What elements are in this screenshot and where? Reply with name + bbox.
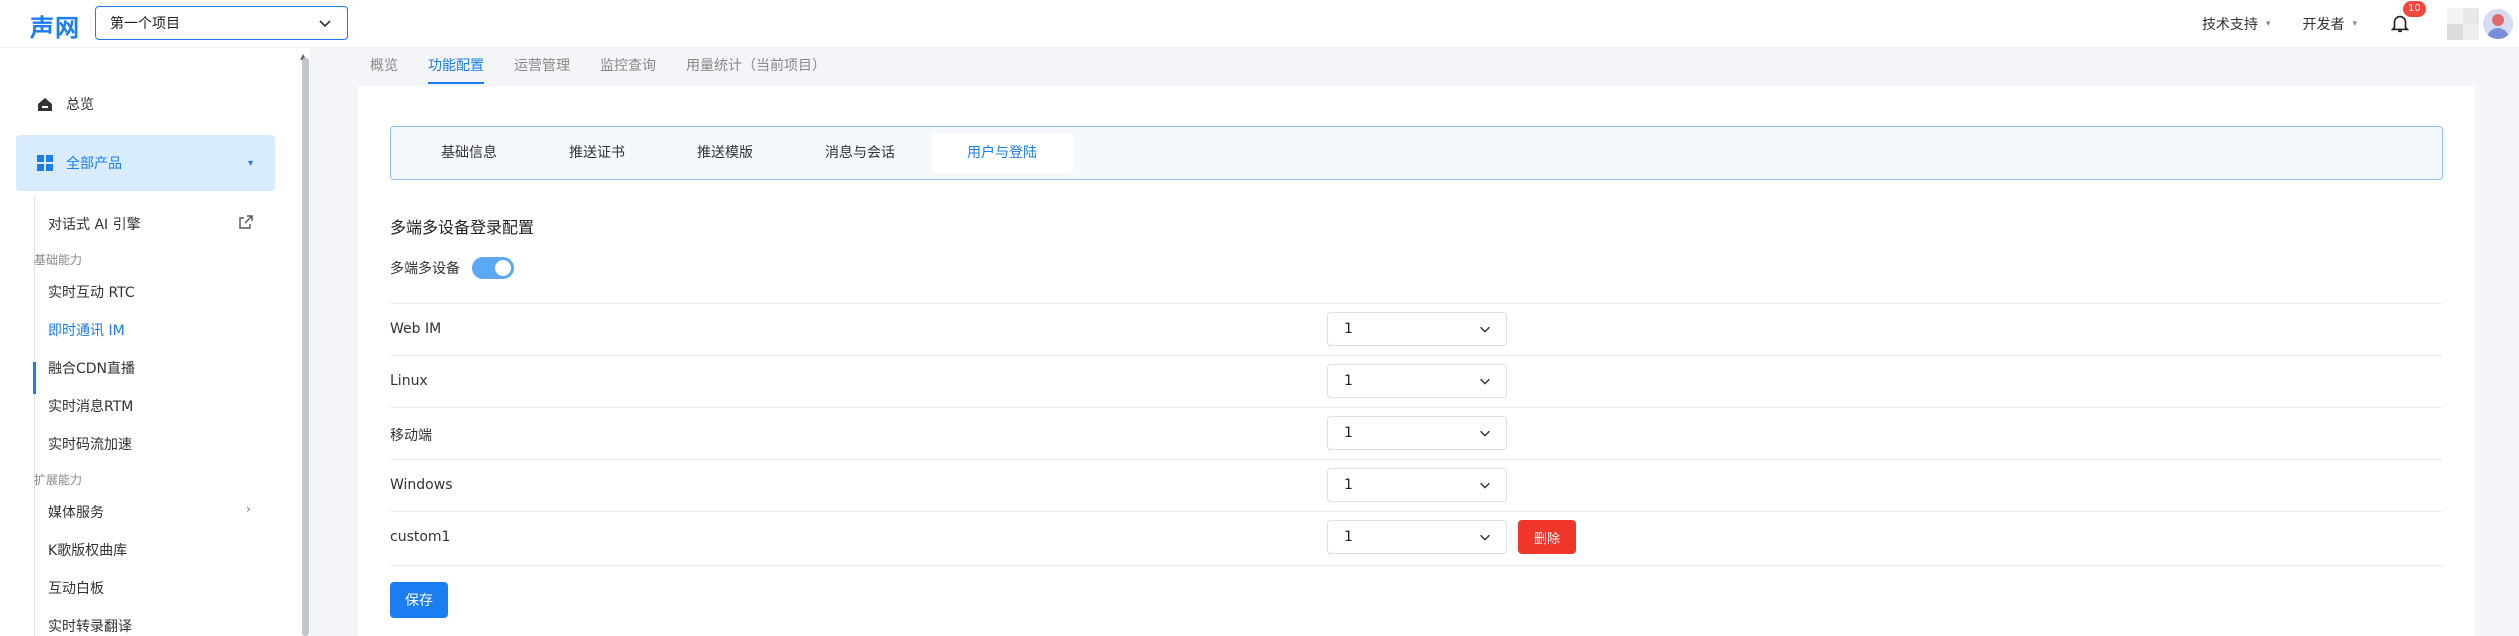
- device-limit-select[interactable]: 1: [1327, 468, 1507, 502]
- device-row-windows: Windows 1: [390, 459, 2443, 511]
- content-card: 基础信息 推送证书 推送模版 消息与会话 用户与登陆 多端多设备登录配置 多端多…: [358, 86, 2475, 636]
- device-row-mobile: 移动端 1: [390, 407, 2443, 459]
- chevron-down-icon: [1480, 326, 1490, 333]
- chevron-down-icon: ▾: [247, 157, 253, 169]
- multi-device-label: 多端多设备: [390, 261, 460, 277]
- developer-label: 开发者: [2302, 17, 2345, 33]
- sidebar-item-label: 互动白板: [48, 581, 104, 597]
- select-value: 1: [1344, 425, 1353, 441]
- chevron-down-icon: ▾: [2352, 19, 2357, 29]
- sidebar-item-transcription[interactable]: 实时转录翻译: [48, 616, 132, 636]
- section-title: 多端多设备登录配置: [390, 218, 535, 237]
- device-limit-select[interactable]: 1: [1327, 364, 1507, 398]
- sidebar-item-whiteboard[interactable]: 互动白板: [48, 578, 104, 598]
- external-link-icon[interactable]: [238, 214, 254, 230]
- sidebar-item-label: 对话式 AI 引擎: [48, 217, 141, 233]
- sidebar-scrollbar[interactable]: [302, 58, 309, 636]
- sidebar-item-rtm[interactable]: 实时消息RTM: [48, 396, 133, 416]
- sidebar-item-label: 实时码流加速: [48, 437, 132, 453]
- sidebar-item-overview[interactable]: 总览: [36, 94, 94, 114]
- sidebar-item-label: 实时互动 RTC: [48, 285, 135, 301]
- project-select[interactable]: 第一个项目: [95, 6, 348, 40]
- device-row-custom1: custom1 1 删除: [390, 511, 2443, 563]
- sidebar-item-label: 即时通讯 IM: [48, 323, 125, 339]
- sidebar-item-label: 实时转录翻译: [48, 619, 132, 635]
- sidebar-group-basic: 基础能力: [34, 253, 83, 267]
- sidebar-item-label: 总览: [66, 97, 94, 113]
- divider: [390, 565, 2443, 566]
- sidebar-item-media-service[interactable]: 媒体服务: [48, 502, 104, 522]
- sidebar-item-all-products[interactable]: 全部产品 ▾: [16, 135, 275, 191]
- sidebar-item-label: 全部产品: [66, 156, 122, 172]
- device-label: 移动端: [390, 428, 432, 444]
- tab-feature-config[interactable]: 功能配置: [428, 48, 484, 84]
- chevron-right-icon: ›: [246, 502, 251, 516]
- grid-icon: [37, 155, 53, 171]
- user-image-placeholder: [2447, 8, 2479, 40]
- device-label: custom1: [390, 529, 451, 545]
- sub-tabs: 基础信息 推送证书 推送模版 消息与会话 用户与登陆: [390, 126, 2443, 180]
- device-label: Linux: [390, 373, 428, 389]
- chevron-down-icon: [1480, 378, 1490, 385]
- sidebar-item-rtc[interactable]: 实时互动 RTC: [48, 282, 135, 302]
- active-indicator: [33, 362, 36, 394]
- chevron-down-icon: [1480, 482, 1490, 489]
- tab-operations[interactable]: 运营管理: [514, 48, 570, 84]
- project-select-value: 第一个项目: [110, 16, 180, 32]
- sidebar-item-stream-accel[interactable]: 实时码流加速: [48, 434, 132, 454]
- device-label: Windows: [390, 477, 453, 493]
- sidebar-item-cdn[interactable]: 融合CDN直播: [48, 358, 135, 378]
- chevron-down-icon: [1480, 534, 1490, 541]
- tech-support-label: 技术支持: [2201, 17, 2258, 33]
- device-row-linux: Linux 1: [390, 355, 2443, 407]
- device-row-web: Web IM 1: [390, 303, 2443, 355]
- tab-usage[interactable]: 用量统计（当前项目）: [686, 48, 826, 84]
- toggle-knob: [495, 260, 511, 276]
- sidebar-item-label: K歌版权曲库: [48, 543, 128, 559]
- brand-logo[interactable]: 声网: [30, 8, 80, 43]
- tech-support-menu[interactable]: 技术支持 ▾: [2202, 14, 2271, 34]
- select-value: 1: [1344, 321, 1353, 337]
- avatar-icon: [2487, 14, 2509, 39]
- chevron-down-icon: ▾: [2265, 19, 2271, 29]
- sidebar-item-label: 媒体服务: [48, 505, 104, 521]
- subtab-user-login[interactable]: 用户与登陆: [931, 133, 1073, 173]
- sidebar-item-conversational-ai[interactable]: 对话式 AI 引擎: [48, 214, 141, 234]
- subtab-push-template[interactable]: 推送模版: [661, 133, 789, 173]
- chevron-down-icon: [319, 20, 331, 28]
- home-icon: [38, 98, 52, 111]
- sidebar: ▲ 总览 全部产品 ▾ 对话式 AI 引擎 基础能力 实时互动 RTC 即时通讯…: [0, 48, 310, 636]
- multi-device-toggle[interactable]: [472, 257, 514, 279]
- select-value: 1: [1344, 529, 1353, 545]
- top-bar: 声网 第一个项目 技术支持 ▾ 开发者 ▾ 10: [0, 0, 2519, 48]
- device-limit-select[interactable]: 1: [1327, 416, 1507, 450]
- notification-bell[interactable]: 10: [2389, 1, 2426, 36]
- developer-menu[interactable]: 开发者 ▾: [2302, 14, 2357, 34]
- device-limit-select[interactable]: 1: [1327, 520, 1507, 554]
- subtab-basic-info[interactable]: 基础信息: [405, 133, 533, 173]
- select-value: 1: [1344, 477, 1353, 493]
- select-value: 1: [1344, 373, 1353, 389]
- save-button[interactable]: 保存: [390, 582, 448, 618]
- tab-monitoring[interactable]: 监控查询: [600, 48, 656, 84]
- tab-overview[interactable]: 概览: [370, 48, 398, 84]
- sidebar-item-im[interactable]: 即时通讯 IM: [48, 320, 125, 340]
- sidebar-item-label: 融合CDN直播: [48, 361, 136, 377]
- subtab-messages[interactable]: 消息与会话: [789, 133, 931, 173]
- delete-button[interactable]: 删除: [1518, 520, 1576, 554]
- device-limit-select[interactable]: 1: [1327, 312, 1507, 346]
- device-label: Web IM: [390, 321, 442, 337]
- chevron-down-icon: [1480, 430, 1490, 437]
- user-avatar[interactable]: [2483, 9, 2513, 39]
- sidebar-group-extended: 扩展能力: [34, 473, 83, 487]
- main-tabs: 概览 功能配置 运营管理 监控查询 用量统计（当前项目）: [370, 48, 856, 84]
- notification-badge: 10: [2403, 1, 2426, 17]
- subtab-push-cert[interactable]: 推送证书: [533, 133, 661, 173]
- sidebar-item-label: 实时消息RTM: [48, 399, 134, 415]
- sidebar-item-ktv[interactable]: K歌版权曲库: [48, 540, 127, 560]
